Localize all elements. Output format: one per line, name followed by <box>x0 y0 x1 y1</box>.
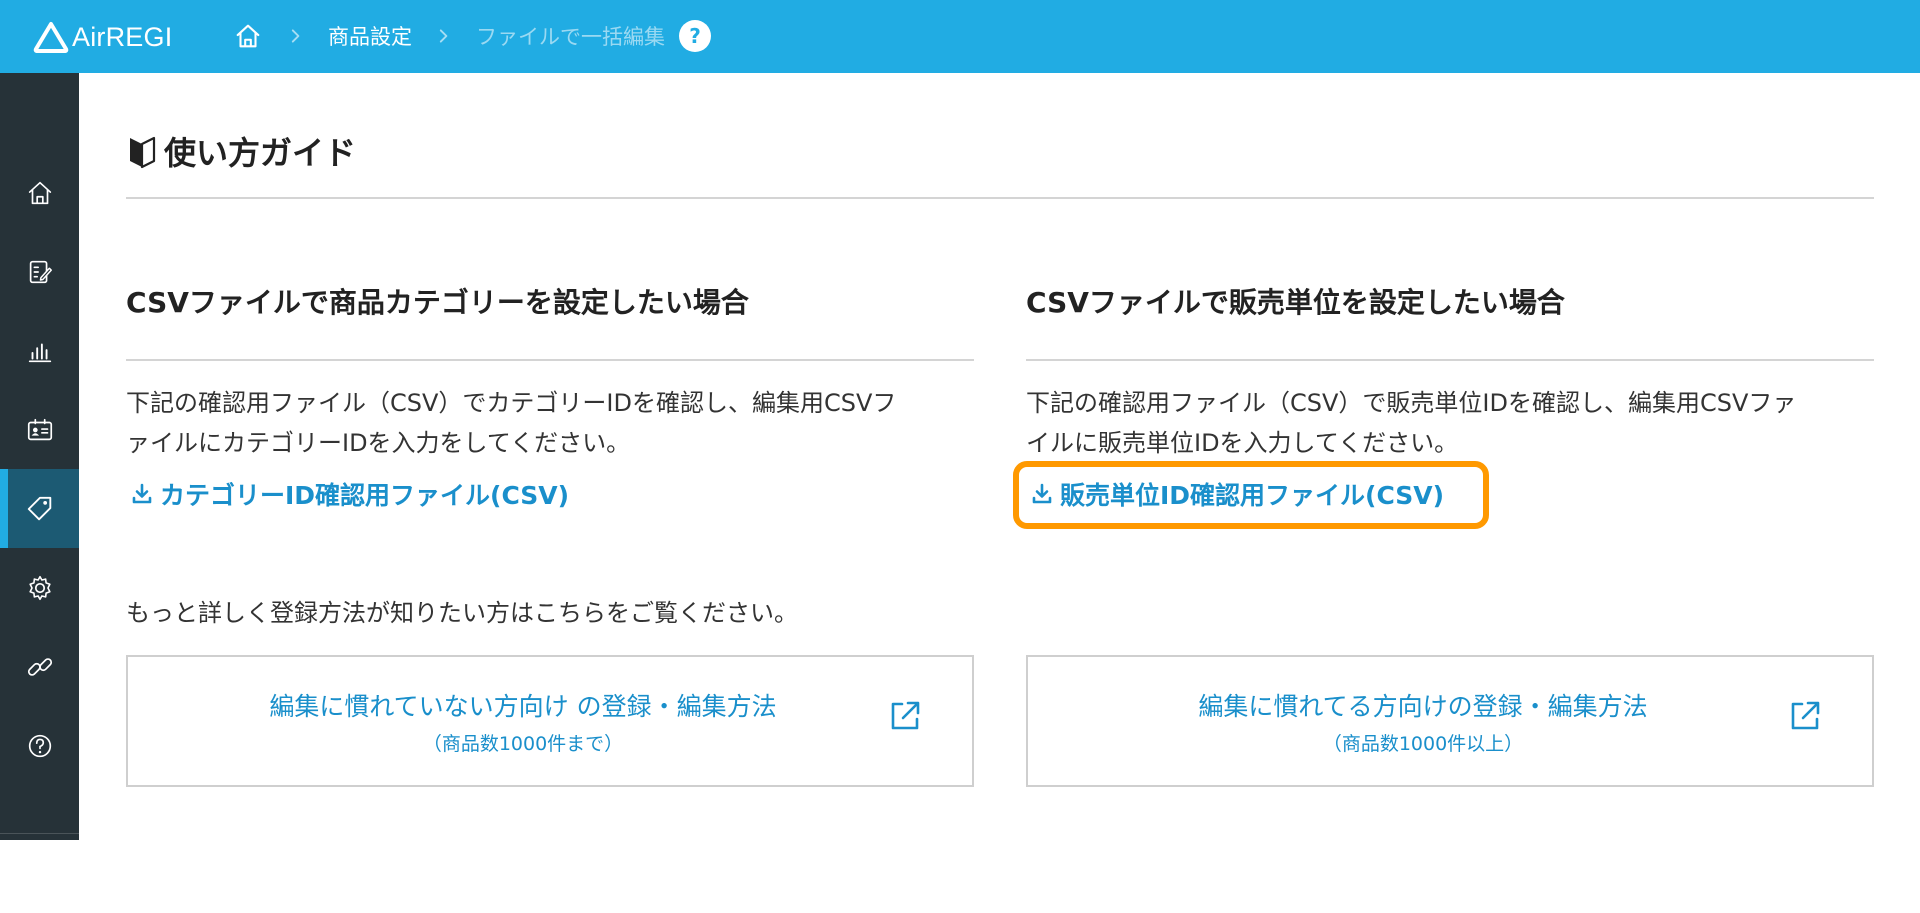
sidebar-item-gear[interactable] <box>0 548 79 627</box>
brand-name: AirREGI <box>72 22 172 53</box>
description-line: 下記の確認用ファイル（CSV）で販売単位IDを確認し、編集用CSVファ <box>1026 383 1874 423</box>
divider <box>126 359 974 361</box>
divider <box>126 197 1874 199</box>
sidebar-expand-button[interactable] <box>0 835 79 913</box>
gear-icon <box>25 573 55 603</box>
category-id-csv-download-link[interactable]: カテゴリーID確認用ファイル(CSV) <box>130 476 569 512</box>
memo-edit-icon <box>25 257 55 287</box>
download-icon <box>1030 482 1054 506</box>
home-icon <box>25 178 55 208</box>
sidebar-item-tag[interactable] <box>0 469 79 548</box>
id-card-icon <box>25 415 55 445</box>
brand-logo-icon <box>33 21 69 53</box>
sidebar-item-help-circle[interactable] <box>0 706 79 785</box>
bar-chart-icon <box>25 336 55 366</box>
section-title: CSVファイルで商品カテゴリーを設定したい場合 <box>126 283 974 323</box>
divider <box>1026 359 1874 361</box>
guide-title: 使い方ガイド <box>164 128 356 174</box>
breadcrumb: 商品設定 ファイルで一括編集 ? <box>232 16 711 56</box>
sidebar-item-bar-chart[interactable] <box>0 311 79 390</box>
card-title: 編集に慣れていない方向け の登録・編集方法 <box>128 687 918 723</box>
advanced-guide-link-card[interactable]: 編集に慣れてる方向けの登録・編集方法 （商品数1000件以上） <box>1026 655 1874 787</box>
card-subtitle: （商品数1000件以上） <box>1028 729 1818 756</box>
guide-heading: 使い方ガイド <box>126 128 356 174</box>
external-link-icon <box>1788 699 1822 733</box>
sales-unit-id-csv-download-link[interactable]: 販売単位ID確認用ファイル(CSV) <box>1030 476 1444 512</box>
section-title: CSVファイルで販売単位を設定したい場合 <box>1026 283 1874 323</box>
top-header: AirREGI 商品設定 ファイルで一括編集 ? <box>0 0 1920 73</box>
help-circle-icon <box>25 731 55 761</box>
home-icon[interactable] <box>232 20 264 52</box>
chevron-right-icon <box>434 26 454 46</box>
beginner-guide-link-card[interactable]: 編集に慣れていない方向け の登録・編集方法 （商品数1000件まで） <box>126 655 974 787</box>
download-icon <box>130 482 154 506</box>
section-description: 下記の確認用ファイル（CSV）で販売単位IDを確認し、編集用CSVファ イルに販… <box>1026 383 1874 463</box>
double-chevron-right-icon <box>26 860 54 888</box>
download-link-label: カテゴリーID確認用ファイル(CSV) <box>160 476 569 512</box>
download-link-label: 販売単位ID確認用ファイル(CSV) <box>1060 476 1444 512</box>
external-link-icon <box>888 699 922 733</box>
sales-unit-csv-section: CSVファイルで販売単位を設定したい場合 下記の確認用ファイル（CSV）で販売単… <box>1026 283 1874 323</box>
description-line: 下記の確認用ファイル（CSV）でカテゴリーIDを確認し、編集用CSVフ <box>126 383 974 423</box>
help-button[interactable]: ? <box>679 20 711 52</box>
link-icon <box>25 652 55 682</box>
category-csv-section: CSVファイルで商品カテゴリーを設定したい場合 下記の確認用ファイル（CSV）で… <box>126 283 974 323</box>
sidebar <box>0 73 79 840</box>
beginner-mark-icon <box>126 132 158 170</box>
sidebar-divider <box>0 833 79 834</box>
chevron-right-icon <box>286 26 306 46</box>
sidebar-item-id-card[interactable] <box>0 390 79 469</box>
breadcrumb-product-settings[interactable]: 商品設定 <box>328 21 412 51</box>
tag-icon <box>25 494 55 524</box>
description-line: イルに販売単位IDを入力してください。 <box>1026 423 1874 463</box>
main-content: 使い方ガイド CSVファイルで商品カテゴリーを設定したい場合 下記の確認用ファイ… <box>79 73 1920 840</box>
card-title: 編集に慣れてる方向けの登録・編集方法 <box>1028 687 1818 723</box>
sidebar-item-link[interactable] <box>0 627 79 706</box>
sidebar-item-memo-edit[interactable] <box>0 232 79 311</box>
section-description: 下記の確認用ファイル（CSV）でカテゴリーIDを確認し、編集用CSVフ ァイルに… <box>126 383 974 463</box>
description-line: ァイルにカテゴリーIDを入力をしてください。 <box>126 423 974 463</box>
breadcrumb-current-page: ファイルで一括編集 <box>476 21 665 51</box>
card-subtitle: （商品数1000件まで） <box>128 729 918 756</box>
sidebar-item-home[interactable] <box>0 153 79 232</box>
airregi-logo[interactable]: AirREGI <box>33 19 172 55</box>
more-info-text: もっと詳しく登録方法が知りたい方はこちらをご覧ください。 <box>126 593 798 628</box>
